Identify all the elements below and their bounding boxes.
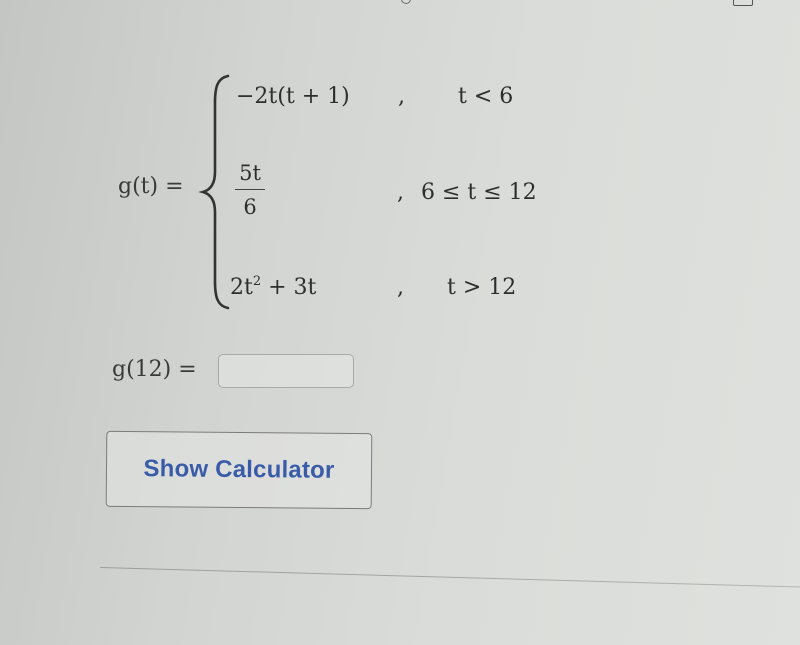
fraction-numerator: 5t [239, 161, 261, 185]
partial-checkbox-top [733, 0, 753, 6]
piece-3-base: 2t [230, 275, 253, 300]
piece-3-separator: , [397, 275, 404, 300]
show-calculator-button[interactable]: Show Calculator [105, 430, 373, 510]
answer-input[interactable] [218, 354, 354, 388]
partial-icon-top [401, 0, 411, 4]
piece-3-rest: + 3t [261, 275, 317, 300]
piece-1-expression: −2t(t + 1) [236, 84, 350, 109]
section-divider [99, 567, 800, 588]
function-lhs: g(t) = [118, 174, 184, 199]
piece-3-exponent: 2 [252, 274, 262, 289]
piece-2-fraction: 5t 6 [235, 160, 265, 220]
piece-1-separator: , [398, 84, 405, 109]
piece-3-expression: 2t2 + 3t [230, 275, 316, 300]
fraction-denominator: 6 [243, 195, 257, 219]
fraction-bar [235, 189, 265, 190]
piece-2-condition: 6 ≤ t ≤ 12 [421, 180, 537, 205]
piece-1-condition: t < 6 [458, 84, 514, 109]
answer-label: g(12) = [112, 357, 197, 382]
piece-3-condition: t > 12 [447, 275, 517, 300]
function-lhs-text: g(t) = [118, 174, 184, 199]
piece-2-separator: , [397, 180, 404, 205]
